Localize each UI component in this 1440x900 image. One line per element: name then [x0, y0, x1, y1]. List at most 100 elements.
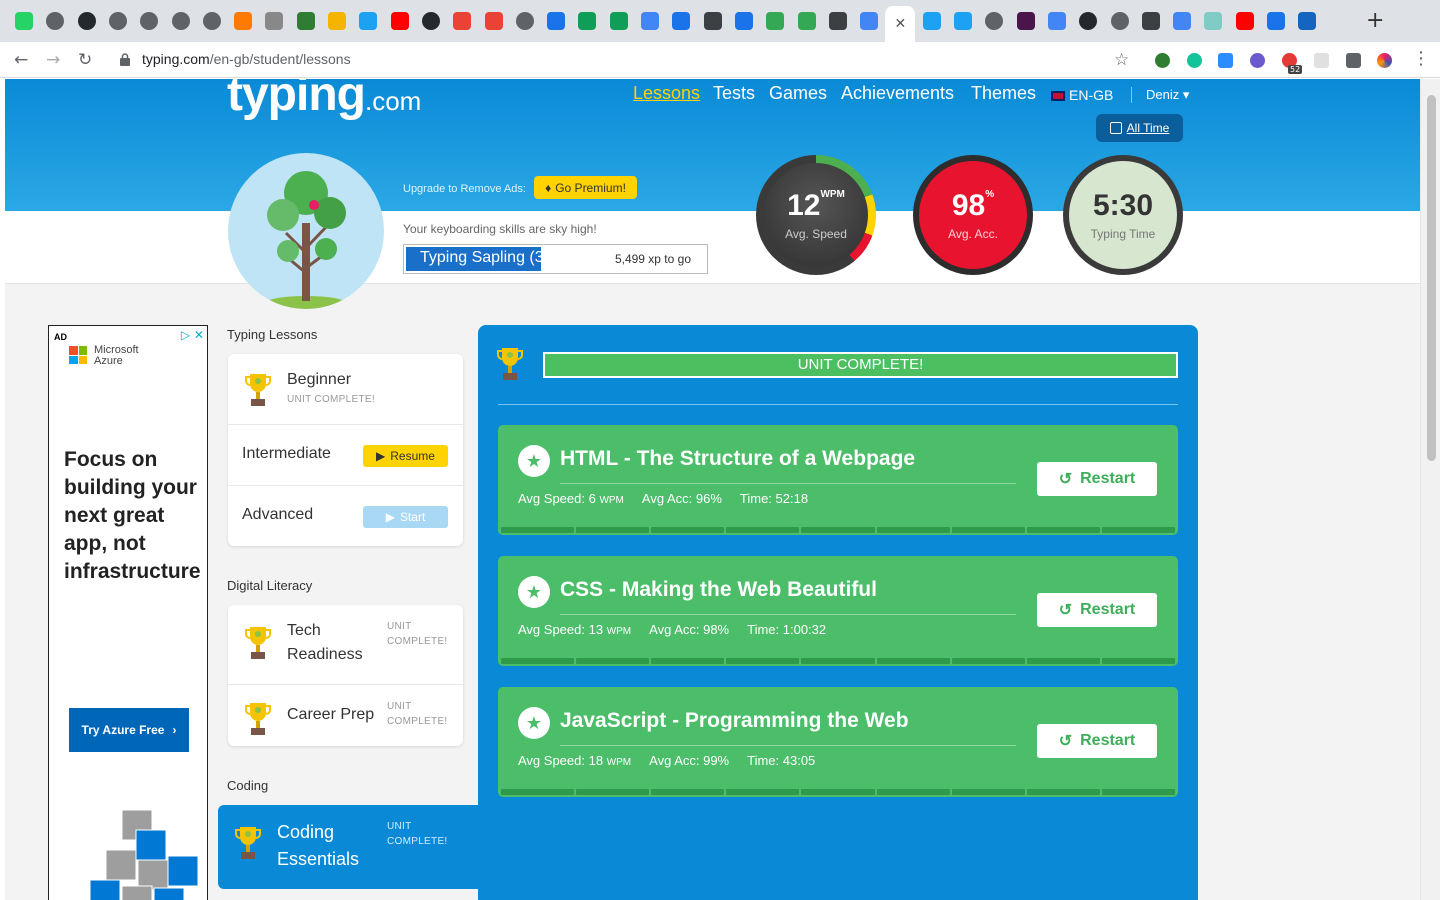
meet-icon[interactable] — [734, 12, 753, 30]
docs-icon[interactable] — [860, 12, 879, 30]
nav-lessons[interactable]: Lessons — [633, 83, 700, 104]
lesson-status: UNIT COMPLETE! — [387, 701, 448, 727]
gmail-icon[interactable] — [453, 12, 472, 30]
lesson-name: Beginner — [287, 371, 352, 388]
back-icon[interactable]: ← — [14, 50, 28, 70]
lesson-row-beginner[interactable]: Beginner UNIT COMPLETE! — [228, 354, 463, 424]
restart-button[interactable]: ↺ Restart — [1037, 724, 1157, 758]
lesson-row-intermediate[interactable]: Intermediate ▶ Resume — [228, 424, 463, 485]
all-time-button[interactable]: All Time — [1096, 114, 1183, 142]
new-tab-button[interactable]: + — [1366, 10, 1384, 32]
youtube-icon[interactable] — [1235, 12, 1254, 30]
camera-icon[interactable] — [1141, 12, 1160, 30]
close-icon[interactable]: ✕ — [885, 6, 916, 42]
bookmark-star-icon[interactable]: ☆ — [1114, 50, 1129, 70]
lessons-panel: UNIT COMPLETE! ★ HTML - The Structure of… — [478, 325, 1198, 900]
compass-icon[interactable] — [1267, 12, 1285, 30]
speed-gauge: 12WPM Avg. Speed — [756, 155, 876, 275]
lesson-row-coding-essentials[interactable]: Coding Essentials UNIT COMPLETE! — [218, 805, 480, 889]
scrollbar-thumb[interactable] — [1427, 95, 1436, 461]
extension-icon[interactable] — [1314, 53, 1329, 68]
headset-icon[interactable] — [1204, 12, 1223, 30]
restart-button[interactable]: ↺ Restart — [1037, 462, 1157, 496]
zoom-icon[interactable] — [1218, 53, 1233, 68]
web-icon[interactable] — [46, 12, 65, 30]
lesson-title: CSS - Making the Web Beautiful — [560, 578, 877, 601]
start-button[interactable]: ▶ Start — [363, 506, 448, 528]
github-icon[interactable] — [1079, 12, 1098, 30]
check-icon[interactable] — [1250, 53, 1265, 68]
lesson-card-javascript[interactable]: ★ JavaScript - Programming the Web Avg S… — [498, 687, 1178, 797]
web-icon[interactable] — [515, 12, 534, 30]
sheets-icon[interactable] — [578, 12, 597, 30]
web-icon[interactable] — [108, 12, 127, 30]
s-icon[interactable] — [234, 12, 253, 30]
sheets-icon[interactable] — [609, 12, 628, 30]
reload-icon[interactable]: ↻ — [78, 50, 92, 70]
diamond-icon: ♦ — [545, 180, 552, 195]
web-icon[interactable] — [1110, 12, 1129, 30]
ad-choices-icon[interactable]: ▷ ✕ — [181, 328, 204, 342]
calendar-icon[interactable] — [547, 12, 566, 30]
web-icon[interactable] — [202, 12, 221, 30]
il-icon[interactable] — [328, 12, 346, 30]
contacts-icon[interactable] — [703, 12, 722, 30]
calendar-icon[interactable] — [672, 12, 691, 30]
profile-avatar[interactable] — [1377, 53, 1392, 68]
extension-icon[interactable] — [1155, 53, 1170, 68]
slack-icon[interactable] — [1016, 12, 1035, 30]
web-icon[interactable] — [985, 12, 1004, 30]
lesson-card-html[interactable]: ★ HTML - The Structure of a Webpage Avg … — [498, 425, 1178, 535]
docs-icon[interactable] — [1173, 12, 1192, 30]
lesson-row-career-prep[interactable]: Career Prep UNIT COMPLETE! — [228, 684, 463, 746]
keep-icon[interactable] — [766, 12, 785, 30]
progress-segment — [651, 527, 725, 533]
ru-icon[interactable] — [296, 12, 315, 30]
menu-icon[interactable]: ⋮ — [1412, 48, 1430, 69]
grammarly-icon[interactable] — [1187, 53, 1202, 68]
lesson-row-tech-readiness[interactable]: Tech Readiness UNIT COMPLETE! — [228, 605, 463, 684]
contacts-icon[interactable] — [828, 12, 847, 30]
puzzle-icon[interactable] — [1346, 53, 1361, 68]
lesson-status: UNIT COMPLETE! — [387, 821, 448, 847]
typing-logo[interactable]: typing.com — [227, 79, 421, 122]
lesson-card-css[interactable]: ★ CSS - Making the Web Beautiful Avg Spe… — [498, 556, 1178, 666]
t24-icon[interactable] — [1298, 12, 1317, 30]
t-icon[interactable] — [922, 12, 941, 30]
header-hero: typing.com Lessons Tests Games Achieveme… — [5, 79, 1420, 211]
bird-icon[interactable] — [265, 12, 284, 30]
user-menu[interactable]: Deniz ▾ — [1146, 87, 1189, 103]
page-scrollbar[interactable] — [1420, 79, 1440, 900]
restart-button[interactable]: ↺ Restart — [1037, 593, 1157, 627]
nav-games[interactable]: Games — [769, 83, 827, 104]
whatsapp-icon[interactable] — [15, 12, 33, 30]
lesson-progress-segments — [501, 658, 1175, 664]
nav-achievements[interactable]: Achievements — [841, 83, 954, 104]
github-alt-icon[interactable] — [421, 12, 440, 30]
t-icon[interactable] — [954, 12, 972, 30]
web-icon[interactable] — [171, 12, 190, 30]
maps-icon[interactable] — [797, 12, 816, 30]
docs-icon[interactable] — [641, 12, 659, 30]
google-icon[interactable] — [1047, 12, 1066, 30]
youtube-icon[interactable] — [390, 12, 409, 30]
nav-themes[interactable]: Themes — [971, 83, 1036, 104]
resume-button[interactable]: ▶ Resume — [363, 445, 448, 467]
nav-tests[interactable]: Tests — [713, 83, 755, 104]
go-premium-button[interactable]: ♦ Go Premium! — [534, 176, 637, 199]
github-icon[interactable] — [77, 12, 96, 30]
cubes-graphic — [89, 809, 199, 900]
history-icon: ↺ — [1058, 602, 1073, 619]
forward-icon[interactable]: → — [46, 50, 60, 70]
speed-text: Avg Speed: 13 — [518, 622, 604, 637]
gmail-icon[interactable] — [484, 12, 503, 30]
star-icon: ★ — [518, 576, 550, 608]
trophy-icon — [245, 374, 271, 406]
lesson-row-advanced[interactable]: Advanced ▶ Start — [228, 485, 463, 546]
t-icon[interactable] — [359, 12, 378, 30]
language-select[interactable]: EN-GB — [1051, 87, 1113, 103]
address-bar[interactable]: typing.com/en-gb/student/lessons — [142, 51, 351, 67]
ad-banner[interactable]: AD ▷ ✕ Microsoft Azure Focus on building … — [48, 325, 208, 900]
try-azure-button[interactable]: Try Azure Free › — [69, 708, 189, 752]
web-icon[interactable] — [140, 12, 159, 30]
